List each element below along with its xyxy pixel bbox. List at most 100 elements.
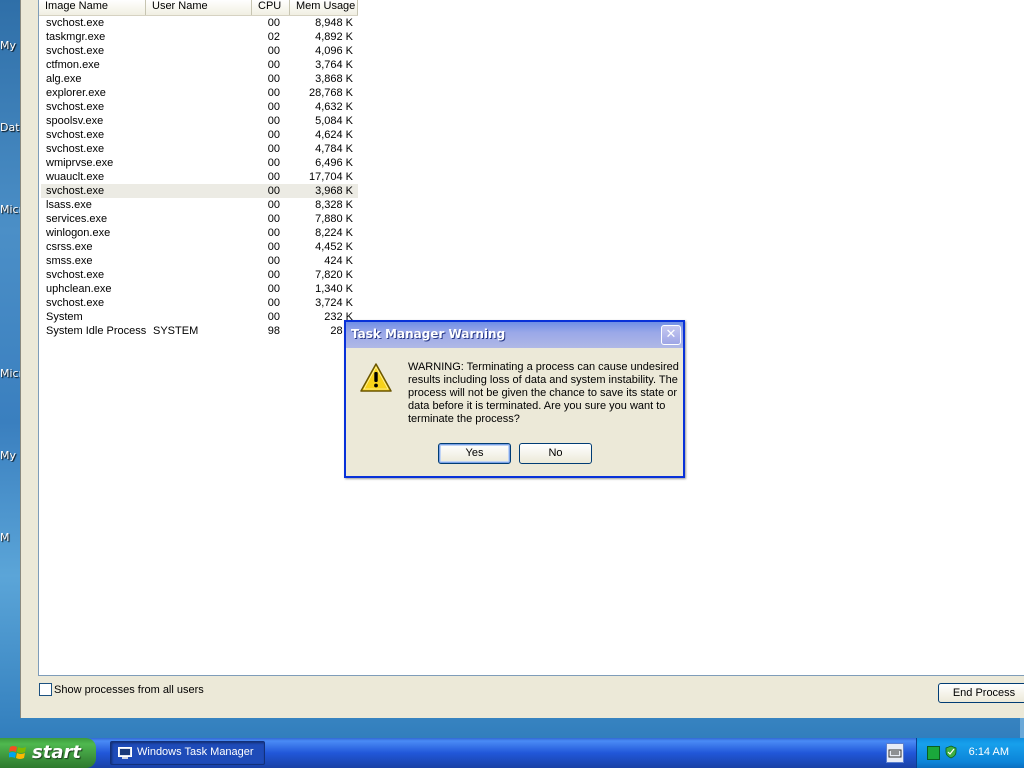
desktop-icon-label[interactable]: My bbox=[0, 449, 20, 462]
process-mem-usage: 4,096 K bbox=[315, 45, 353, 57]
table-row[interactable]: spoolsv.exe 00 5,084 K bbox=[41, 114, 358, 128]
desktop-icon-label[interactable]: Micr bbox=[0, 203, 20, 216]
process-name: svchost.exe bbox=[46, 297, 105, 309]
keyboard-icon[interactable] bbox=[886, 743, 904, 763]
process-user: SYSTEM bbox=[153, 325, 199, 337]
clock[interactable]: 6:14 AM bbox=[969, 746, 1009, 758]
process-mem-usage: 4,892 K bbox=[315, 31, 353, 43]
process-cpu: 00 bbox=[267, 227, 280, 239]
process-name: svchost.exe bbox=[46, 185, 105, 197]
process-name: svchost.exe bbox=[46, 269, 105, 281]
table-row[interactable]: lsass.exe 00 8,328 K bbox=[41, 198, 358, 212]
process-mem-usage: 3,764 K bbox=[315, 59, 353, 71]
no-button[interactable]: No bbox=[519, 443, 592, 464]
process-cpu: 00 bbox=[267, 269, 280, 281]
process-name: services.exe bbox=[46, 213, 108, 225]
desktop-icon-label[interactable]: M bbox=[0, 531, 20, 544]
table-row[interactable]: wuauclt.exe 00 17,704 K bbox=[41, 170, 358, 184]
process-name: svchost.exe bbox=[46, 143, 105, 155]
process-cpu: 00 bbox=[267, 73, 280, 85]
process-name: svchost.exe bbox=[46, 45, 105, 57]
table-row[interactable]: svchost.exe 00 4,096 K bbox=[41, 44, 358, 58]
process-mem-usage: 5,084 K bbox=[315, 115, 353, 127]
process-name: wmiprvse.exe bbox=[46, 157, 114, 169]
process-name: wuauclt.exe bbox=[46, 171, 105, 183]
process-name: explorer.exe bbox=[46, 87, 106, 99]
show-all-users-label[interactable]: Show processes from all users bbox=[54, 682, 204, 698]
table-row[interactable]: svchost.exe 00 3,724 K bbox=[41, 296, 358, 310]
close-icon[interactable]: ✕ bbox=[661, 325, 681, 345]
table-row[interactable]: csrss.exe 00 4,452 K bbox=[41, 240, 358, 254]
table-row[interactable]: svchost.exe 00 4,624 K bbox=[41, 128, 358, 142]
table-row[interactable]: winlogon.exe 00 8,224 K bbox=[41, 226, 358, 240]
process-cpu: 00 bbox=[267, 157, 280, 169]
system-tray: 6:14 AM bbox=[916, 738, 1024, 768]
table-row[interactable]: taskmgr.exe 02 4,892 K bbox=[41, 30, 358, 44]
process-mem-usage: 3,968 K bbox=[315, 185, 353, 197]
column-header-image-name[interactable]: Image Name bbox=[39, 0, 146, 15]
column-header-mem-usage[interactable]: Mem Usage bbox=[290, 0, 358, 15]
desktop-icon-label[interactable]: Dat bbox=[0, 121, 20, 134]
process-cpu: 00 bbox=[267, 17, 280, 29]
security-shield-icon[interactable] bbox=[944, 745, 958, 759]
table-row[interactable]: svchost.exe 00 4,784 K bbox=[41, 142, 358, 156]
column-header-user-name[interactable]: User Name bbox=[146, 0, 252, 15]
start-label: start bbox=[32, 742, 81, 763]
process-name: smss.exe bbox=[46, 255, 93, 267]
process-mem-usage: 7,880 K bbox=[315, 213, 353, 225]
table-row[interactable]: System 00 232 K bbox=[41, 310, 358, 324]
process-list-header: Image Name User Name CPU Mem Usage bbox=[39, 0, 358, 16]
table-row[interactable]: ctfmon.exe 00 3,764 K bbox=[41, 58, 358, 72]
process-name: lsass.exe bbox=[46, 199, 92, 211]
table-row[interactable]: System Idle Process SYSTEM 98 28 K bbox=[41, 324, 358, 338]
process-cpu: 00 bbox=[267, 129, 280, 141]
process-mem-usage: 1,340 K bbox=[315, 283, 353, 295]
process-cpu: 00 bbox=[267, 143, 280, 155]
warning-icon bbox=[360, 363, 392, 392]
taskbar-button-label: Windows Task Manager bbox=[137, 746, 254, 758]
process-cpu: 00 bbox=[267, 59, 280, 71]
process-cpu: 00 bbox=[267, 199, 280, 211]
table-row[interactable]: wmiprvse.exe 00 6,496 K bbox=[41, 156, 358, 170]
process-mem-usage: 4,784 K bbox=[315, 143, 353, 155]
dialog-message: WARNING: Terminating a process can cause… bbox=[408, 361, 679, 425]
process-mem-usage: 4,624 K bbox=[315, 129, 353, 141]
column-header-cpu[interactable]: CPU bbox=[252, 0, 290, 15]
table-row[interactable]: svchost.exe 00 4,632 K bbox=[41, 100, 358, 114]
process-cpu: 00 bbox=[267, 311, 280, 323]
table-row[interactable]: alg.exe 00 3,868 K bbox=[41, 72, 358, 86]
process-name: taskmgr.exe bbox=[46, 31, 106, 43]
status-icon[interactable] bbox=[927, 746, 940, 760]
process-cpu: 00 bbox=[267, 297, 280, 309]
end-process-button[interactable]: End Process bbox=[938, 683, 1024, 703]
table-row[interactable]: svchost.exe 00 7,820 K bbox=[41, 268, 358, 282]
process-name: ctfmon.exe bbox=[46, 59, 100, 71]
start-button[interactable]: start bbox=[0, 738, 96, 768]
table-row[interactable]: smss.exe 00 424 K bbox=[41, 254, 358, 268]
table-row[interactable]: svchost.exe 00 3,968 K bbox=[41, 184, 358, 198]
table-row[interactable]: uphclean.exe 00 1,340 K bbox=[41, 282, 358, 296]
process-cpu: 00 bbox=[267, 87, 280, 99]
table-row[interactable]: svchost.exe 00 8,948 K bbox=[41, 16, 358, 30]
process-name: System Idle Process bbox=[46, 325, 147, 337]
process-mem-usage: 3,868 K bbox=[315, 73, 353, 85]
dialog-title-bar[interactable]: Task Manager Warning ✕ bbox=[346, 322, 683, 348]
process-cpu: 00 bbox=[267, 255, 280, 267]
process-cpu: 98 bbox=[267, 325, 280, 337]
process-cpu: 00 bbox=[267, 283, 280, 295]
yes-button[interactable]: Yes bbox=[438, 443, 511, 464]
table-row[interactable]: services.exe 00 7,880 K bbox=[41, 212, 358, 226]
show-all-users-checkbox[interactable] bbox=[39, 683, 52, 696]
process-name: csrss.exe bbox=[46, 241, 93, 253]
process-cpu: 00 bbox=[267, 241, 280, 253]
table-row[interactable]: explorer.exe 00 28,768 K bbox=[41, 86, 358, 100]
process-cpu: 00 bbox=[267, 45, 280, 57]
desktop-icon-label[interactable]: My bbox=[0, 39, 20, 52]
process-mem-usage: 28,768 K bbox=[308, 87, 353, 99]
taskbar-button-task-manager[interactable]: Windows Task Manager bbox=[110, 741, 265, 765]
process-mem-usage: 6,496 K bbox=[315, 157, 353, 169]
warning-dialog: Task Manager Warning ✕ WARNING: Terminat… bbox=[344, 320, 685, 478]
process-mem-usage: 4,632 K bbox=[315, 101, 353, 113]
desktop-icon-label[interactable]: Micr bbox=[0, 367, 20, 380]
process-name: svchost.exe bbox=[46, 17, 105, 29]
